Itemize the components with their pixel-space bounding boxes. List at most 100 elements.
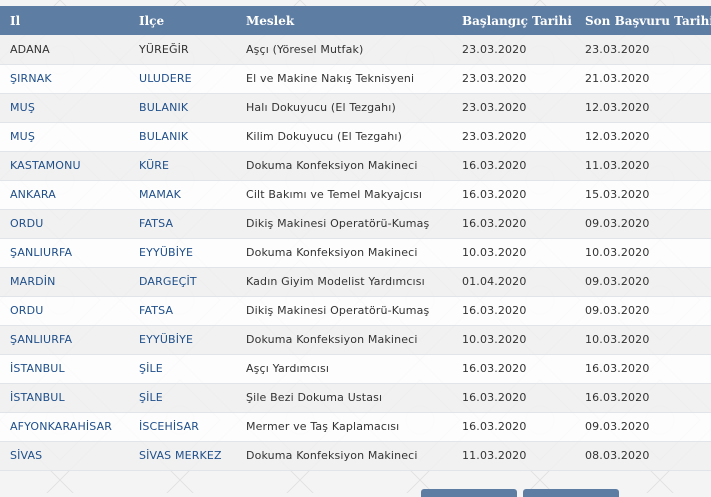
cell-il[interactable]: SİVAS [0,441,129,470]
cell-il[interactable]: ANKARA [0,180,129,209]
cell-il[interactable]: İSTANBUL [0,383,129,412]
cell-il[interactable]: ADANA [0,35,129,64]
table-row[interactable]: ŞANLIURFA EYYÜBİYE Dokuma Konfeksiyon Maki… [0,325,711,354]
table-row[interactable]: ŞANLIURFA EYYÜBİYE Dokuma Konfeksiyon Maki… [0,238,711,267]
cell-il[interactable]: ORDU [0,209,129,238]
pagination-prev-button[interactable] [421,489,517,497]
cell-baslangic-tarihi: 10.03.2020 [462,246,527,259]
header-ilce[interactable]: Ilçe [129,6,236,35]
cell-baslangic-tarihi: 10.03.2020 [462,333,527,346]
cell-il[interactable]: İSTANBUL [0,354,129,383]
cell-baslangic-tarihi: 16.03.2020 [462,159,527,172]
table-row[interactable]: MUŞ BULANIK Halı Dokuyucu (El Tezgahı) 23.0… [0,93,711,122]
cell-son-basvuru-tarihi: 09.03.2020 [585,420,650,433]
table-row[interactable]: AFYONKARAHİSAR İSCEHİSAR Mermer ve Taş Kap… [0,412,711,441]
cell-meslek: Şile Bezi Dokuma Ustası [246,391,383,404]
cell-ilce[interactable]: KÜRE [129,151,236,180]
table-row[interactable]: ŞIRNAK ULUDERE El ve Makine Nakış Teknisye… [0,64,711,93]
cell-ilce[interactable]: EYYÜBİYE [129,238,236,267]
cell-son-basvuru-tarihi: 08.03.2020 [585,449,650,462]
cell-il[interactable]: ŞANLIURFA [0,325,129,354]
header-son-basvuru-tarihi[interactable]: Son Başvuru Tarihi [575,6,711,35]
cell-meslek: Aşçı Yardımcısı [246,362,330,375]
cell-son-basvuru-tarihi: 16.03.2020 [585,362,650,375]
cell-meslek: El ve Makine Nakış Teknisyeni [246,72,415,85]
cell-baslangic-tarihi: 23.03.2020 [462,101,527,114]
cell-meslek: Kilim Dokuyucu (El Tezgahı) [246,130,403,143]
cell-son-basvuru-tarihi: 12.03.2020 [585,101,650,114]
cell-son-basvuru-tarihi: 11.03.2020 [585,159,650,172]
cell-ilce[interactable]: BULANIK [129,122,236,151]
cell-ilce[interactable]: ŞİLE [129,354,236,383]
table-row[interactable]: MARDİN DARGEÇİT Kadın Giyim Modelist Yardı… [0,267,711,296]
cell-ilce[interactable]: İSCEHİSAR [129,412,236,441]
cell-ilce[interactable]: ŞİLE [129,383,236,412]
cell-son-basvuru-tarihi: 23.03.2020 [585,42,650,56]
cell-meslek: Dokuma Konfeksiyon Makineci [246,159,418,172]
cell-meslek: Halı Dokuyucu (El Tezgahı) [246,101,396,114]
cell-ilce[interactable]: SİVAS MERKEZ [129,441,236,470]
cell-meslek: Dikiş Makinesi Operatörü-Kumaş [246,304,430,317]
cell-son-basvuru-tarihi: 09.03.2020 [585,304,650,317]
cell-ilce[interactable]: MAMAK [129,180,236,209]
cell-ilce[interactable]: YÜREĞİR [129,35,236,64]
cell-meslek: Dokuma Konfeksiyon Makineci [246,246,418,259]
cell-il[interactable]: ŞANLIURFA [0,238,129,267]
cell-baslangic-tarihi: 16.03.2020 [462,188,527,201]
cell-baslangic-tarihi: 23.03.2020 [462,130,527,143]
course-table: Il Ilçe Meslek Başlangıç Tarihi Son Başv… [0,6,711,471]
cell-ilce[interactable]: DARGEÇİT [129,267,236,296]
header-baslangic-tarihi[interactable]: Başlangıç Tarihi [452,6,575,35]
pagination-next-button[interactable] [523,489,619,497]
cell-meslek: Dokuma Konfeksiyon Makineci [246,333,418,346]
table-row[interactable]: ORDU FATSA Dikiş Makinesi Operatörü-Kumaş 1… [0,209,711,238]
cell-son-basvuru-tarihi: 21.03.2020 [585,72,650,85]
table-header: Il Ilçe Meslek Başlangıç Tarihi Son Başv… [0,6,711,35]
cell-baslangic-tarihi: 16.03.2020 [462,420,527,433]
cell-son-basvuru-tarihi: 12.03.2020 [585,130,650,143]
cell-baslangic-tarihi: 16.03.2020 [462,391,527,404]
cell-ilce[interactable]: EYYÜBİYE [129,325,236,354]
cell-ilce[interactable]: FATSA [129,296,236,325]
header-il[interactable]: Il [0,6,129,35]
cell-meslek: Dokuma Konfeksiyon Makineci [246,449,418,462]
header-meslek[interactable]: Meslek [236,6,452,35]
table-row[interactable]: ANKARA MAMAK Cilt Bakımı ve Temel Makyajcı… [0,180,711,209]
cell-meslek: Cilt Bakımı ve Temel Makyajcısı [246,188,423,201]
cell-il[interactable]: ORDU [0,296,129,325]
cell-meslek: Mermer ve Taş Kaplamacısı [246,420,400,433]
cell-son-basvuru-tarihi: 16.03.2020 [585,391,650,404]
table-row[interactable]: ORDU FATSA Dikiş Makinesi Operatörü-Kumaş 1… [0,296,711,325]
cell-baslangic-tarihi: 23.03.2020 [462,42,527,56]
cell-son-basvuru-tarihi: 10.03.2020 [585,246,650,259]
cell-baslangic-tarihi: 16.03.2020 [462,217,527,230]
table-row[interactable]: İSTANBUL ŞİLE Aşçı Yardımcısı 16.03.2020 16.… [0,354,711,383]
cell-ilce[interactable]: ULUDERE [129,64,236,93]
cell-son-basvuru-tarihi: 15.03.2020 [585,188,650,201]
table-row[interactable]: KASTAMONU KÜRE Dokuma Konfeksiyon Makineci… [0,151,711,180]
cell-ilce[interactable]: BULANIK [129,93,236,122]
cell-il[interactable]: MUŞ [0,93,129,122]
cell-baslangic-tarihi: 11.03.2020 [462,449,527,462]
table-row[interactable]: SİVAS SİVAS MERKEZ Dokuma Konfeksiyon Maki… [0,441,711,470]
cell-meslek: Aşçı (Yöresel Mutfak) [246,42,364,56]
table-row[interactable]: ADANA YÜREĞİR Aşçı (Yöresel Mutfak) 23.03.2… [0,35,711,64]
table-row[interactable]: MUŞ BULANIK Kilim Dokuyucu (El Tezgahı) 23.… [0,122,711,151]
cell-baslangic-tarihi: 01.04.2020 [462,275,527,288]
cell-baslangic-tarihi: 16.03.2020 [462,304,527,317]
cell-baslangic-tarihi: 16.03.2020 [462,362,527,375]
cell-ilce[interactable]: FATSA [129,209,236,238]
cell-meslek: Kadın Giyim Modelist Yardımcısı [246,275,425,288]
cell-meslek: Dikiş Makinesi Operatörü-Kumaş [246,217,430,230]
cell-baslangic-tarihi: 23.03.2020 [462,72,527,85]
cell-il[interactable]: MARDİN [0,267,129,296]
cell-il[interactable]: KASTAMONU [0,151,129,180]
cell-il[interactable]: MUŞ [0,122,129,151]
cell-il[interactable]: ŞIRNAK [0,64,129,93]
table-body: ADANA YÜREĞİR Aşçı (Yöresel Mutfak) 23.03.2… [0,35,711,470]
header-row: Il Ilçe Meslek Başlangıç Tarihi Son Başv… [0,6,711,35]
cell-son-basvuru-tarihi: 10.03.2020 [585,333,650,346]
cell-il[interactable]: AFYONKARAHİSAR [0,412,129,441]
cell-son-basvuru-tarihi: 09.03.2020 [585,275,650,288]
table-row[interactable]: İSTANBUL ŞİLE Şile Bezi Dokuma Ustası 16.03… [0,383,711,412]
